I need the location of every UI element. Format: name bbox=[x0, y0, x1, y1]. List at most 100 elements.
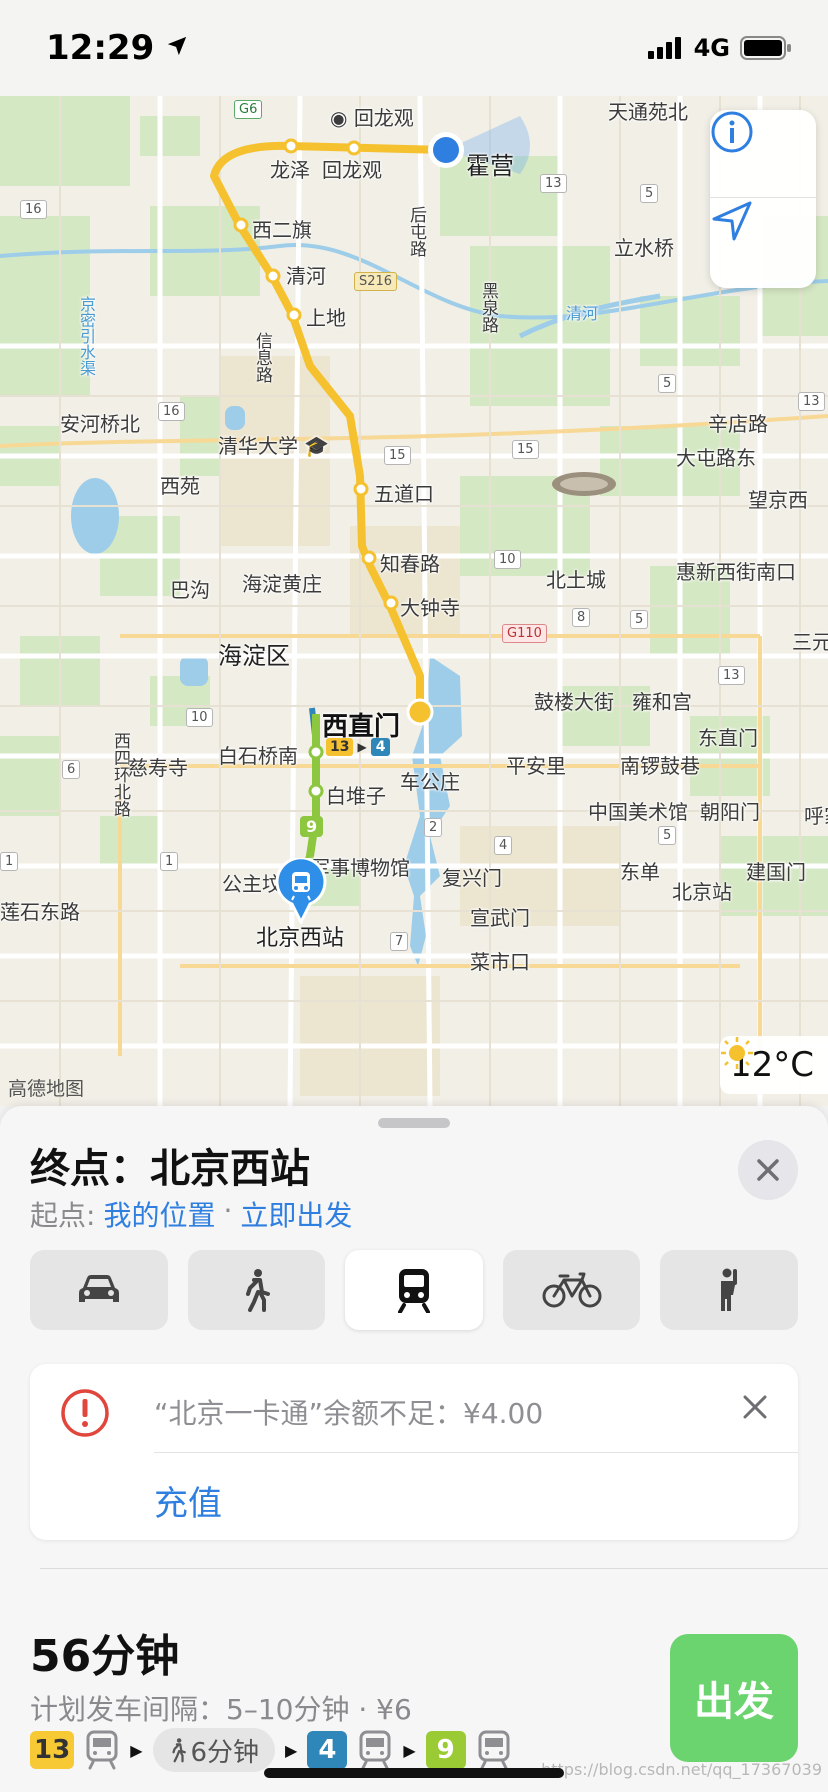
step-line9-badge: 9 bbox=[425, 1731, 466, 1769]
road-shield-g6: G6 bbox=[234, 100, 263, 119]
start-separator: · bbox=[223, 1194, 233, 1227]
map-label-pinganli: 平安里 bbox=[506, 754, 566, 778]
road-shield-8: 8 bbox=[572, 608, 591, 627]
map-label-dazhongsi: 大钟寺 bbox=[400, 596, 460, 620]
train-icon bbox=[359, 1730, 391, 1770]
mode-bike-button[interactable] bbox=[502, 1250, 641, 1330]
destination-prefix: 终点： bbox=[30, 1146, 150, 1192]
recharge-button[interactable]: 充值 bbox=[154, 1476, 222, 1525]
alert-divider bbox=[154, 1452, 798, 1453]
map-provider-logo: 高德地图 bbox=[8, 1078, 85, 1100]
map-label-xuanwumen: 宣武门 bbox=[470, 906, 530, 930]
home-indicator[interactable] bbox=[264, 1768, 564, 1778]
road-shield-1b: 1 bbox=[0, 852, 19, 871]
mode-transit-button[interactable] bbox=[345, 1250, 483, 1330]
network-type: 4G bbox=[693, 34, 730, 62]
status-indicators: 4G bbox=[647, 34, 792, 62]
map-label-huilongguan: 回龙观 bbox=[322, 158, 382, 182]
screen: 12:29 4G 天通苑北 ◉ 回龙观 霍营 龙泽 回龙观 西二旗 清河 上地 … bbox=[0, 0, 828, 1792]
signal-icon bbox=[647, 37, 681, 59]
map-label-fuxingmen: 复兴门 bbox=[442, 866, 502, 890]
balance-alert-card: “北京一卡通”余额不足：¥4.00 充值 bbox=[30, 1364, 798, 1540]
map-view[interactable]: 天通苑北 ◉ 回龙观 霍营 龙泽 回龙观 西二旗 清河 上地 后屯路 立水桥 信… bbox=[0, 96, 828, 1106]
status-time: 12:29 bbox=[46, 28, 188, 68]
map-label-tsinghua-text: 清华大学 bbox=[218, 434, 298, 458]
warning-icon bbox=[61, 1389, 109, 1437]
start-row: 起点: 我的位置 · 立即出发 bbox=[30, 1194, 352, 1234]
road-shield-15a: 15 bbox=[384, 446, 411, 465]
map-label-lianshi: 莲石东路 bbox=[0, 900, 80, 924]
map-label-zhichun: 知春路 bbox=[380, 552, 440, 576]
sun-icon bbox=[720, 1037, 753, 1069]
map-label-longze: 龙泽 bbox=[270, 158, 310, 182]
road-shield-6: 6 bbox=[62, 760, 81, 779]
road-shield-5d: 5 bbox=[658, 826, 677, 845]
start-location-link[interactable]: 我的位置 bbox=[103, 1194, 215, 1234]
map-label-yonghegong: 雍和宫 bbox=[632, 690, 692, 714]
mode-drive-button[interactable] bbox=[30, 1250, 168, 1330]
battery-icon bbox=[740, 36, 791, 60]
locate-me-button[interactable] bbox=[710, 199, 816, 287]
destination-name: 北京西站 bbox=[150, 1146, 310, 1192]
walk-icon bbox=[171, 1738, 186, 1763]
map-label-cishousi: 慈寿寺 bbox=[128, 756, 188, 780]
road-shield-5a: 5 bbox=[640, 184, 659, 203]
map-label-qinghe: 清河 bbox=[286, 264, 326, 288]
map-label-wangjing: 望京西 bbox=[748, 488, 808, 512]
car-icon bbox=[78, 1275, 119, 1302]
map-label-haidian-district: 海淀区 bbox=[218, 642, 290, 670]
start-prefix: 起点: bbox=[30, 1199, 96, 1232]
road-shield-4: 4 bbox=[494, 836, 513, 855]
map-label-gongzhufen: 公主坟 bbox=[222, 872, 282, 896]
road-shield-10b: 10 bbox=[186, 708, 213, 727]
map-label-bagou: 巴沟 bbox=[170, 578, 210, 602]
map-label-wudaokou: 五道口 bbox=[374, 482, 434, 506]
step-walk-chip: 6分钟 bbox=[152, 1728, 276, 1772]
map-label-jianguomen: 建国门 bbox=[746, 860, 806, 884]
go-button[interactable]: 出发 bbox=[670, 1634, 798, 1762]
step-line4-badge: 4 bbox=[307, 1731, 348, 1769]
depart-time-link[interactable]: 立即出发 bbox=[240, 1194, 352, 1234]
train-icon bbox=[86, 1730, 118, 1770]
mode-rideshare-button[interactable] bbox=[660, 1250, 798, 1330]
road-shield-13c: 13 bbox=[798, 392, 825, 411]
map-label-tiantong: 天通苑北 bbox=[608, 100, 688, 124]
info-button[interactable] bbox=[710, 110, 816, 198]
map-controls bbox=[710, 110, 816, 288]
map-label-gulou: 鼓楼大街 bbox=[534, 690, 614, 714]
location-arrow-icon bbox=[167, 36, 187, 56]
status-bar: 12:29 4G bbox=[0, 0, 828, 96]
road-shield-g110: G110 bbox=[502, 624, 547, 643]
destination-pin[interactable] bbox=[274, 858, 328, 924]
map-label-qinghe-river: 清河 bbox=[566, 304, 599, 323]
map-label-huilongguan-poi-text: 回龙观 bbox=[353, 106, 414, 130]
close-icon bbox=[743, 1395, 767, 1419]
alert-dismiss-button[interactable] bbox=[742, 1394, 768, 1424]
section-divider bbox=[40, 1568, 828, 1569]
road-shield-15b: 15 bbox=[512, 440, 539, 459]
train-icon bbox=[478, 1730, 510, 1770]
map-label-huilongguan-poi: ◉ 回龙观 bbox=[330, 102, 414, 131]
map-label-xindian: 辛店路 bbox=[708, 412, 768, 436]
step-line13-badge: 13 bbox=[30, 1731, 75, 1769]
road-shield-s216: S216 bbox=[354, 272, 398, 291]
map-label-beitucheng: 北土城 bbox=[546, 568, 606, 592]
map-label-jingmi-canal: 京密引水渠 bbox=[77, 296, 96, 376]
weather-badge: 12°C bbox=[719, 1036, 828, 1094]
map-badge-line13: 13 bbox=[326, 738, 354, 756]
map-label-shangdi: 上地 bbox=[306, 306, 346, 330]
navigation-arrow-icon bbox=[712, 201, 752, 241]
map-label-datun: 大屯路东 bbox=[676, 446, 756, 470]
mode-walk-button[interactable] bbox=[187, 1250, 326, 1330]
map-label-dongdan: 东单 bbox=[620, 860, 660, 884]
map-label-xiyuan: 西苑 bbox=[160, 474, 200, 498]
road-shield-13b: 13 bbox=[718, 666, 745, 685]
map-label-huji: 呼家 bbox=[804, 804, 828, 828]
close-button[interactable] bbox=[738, 1140, 798, 1200]
destination-title: 终点：北京西站 bbox=[30, 1136, 310, 1194]
sheet-grabber[interactable] bbox=[378, 1118, 450, 1128]
train-icon bbox=[397, 1269, 430, 1313]
road-shield-5c: 5 bbox=[630, 610, 649, 629]
road-shield-5b: 5 bbox=[658, 374, 677, 393]
map-label-chegongzhuang: 车公庄 bbox=[400, 770, 460, 794]
